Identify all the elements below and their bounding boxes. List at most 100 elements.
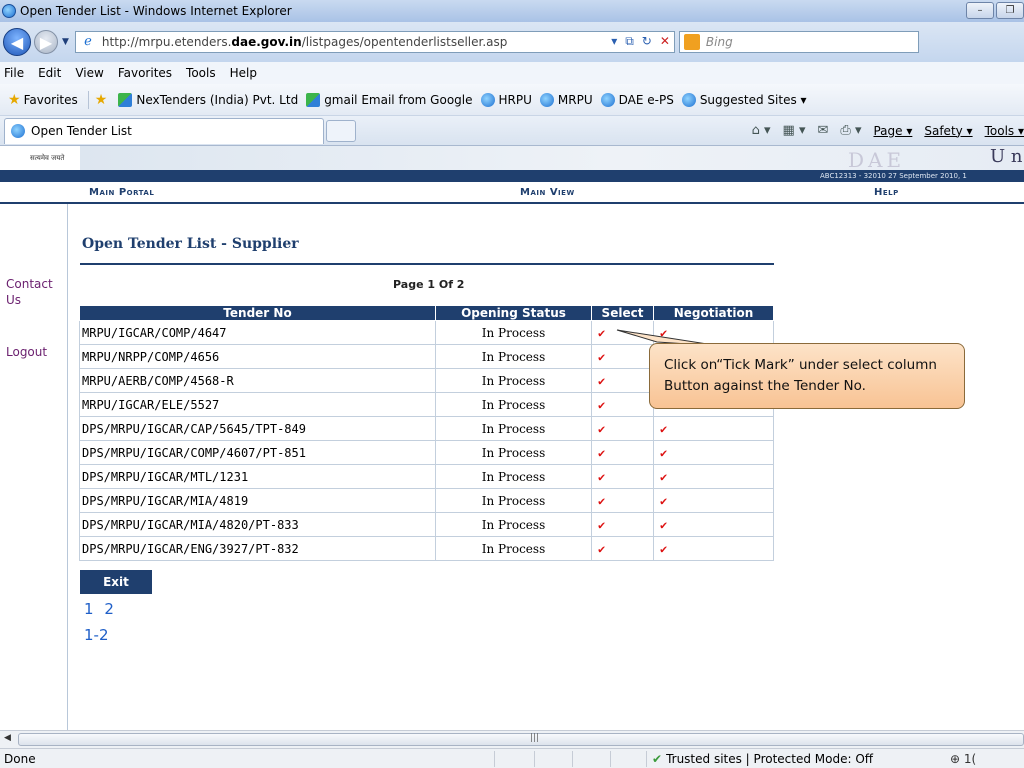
home-icon[interactable]: ⌂ ▾ (752, 123, 771, 138)
minimize-button[interactable]: – (966, 2, 994, 19)
new-tab-button[interactable] (326, 119, 356, 142)
favorite-dae-eps[interactable]: DAE e-PS (600, 92, 674, 107)
select-tick-icon[interactable]: ✔ (591, 464, 654, 489)
safety-menu[interactable]: Safety ▾ (924, 124, 972, 138)
menu-edit[interactable]: Edit (38, 66, 61, 80)
security-zone[interactable]: ✔ Trusted sites | Protected Mode: Off (652, 752, 873, 766)
emblem-text: सत्यमेव जयते (30, 154, 65, 162)
menu-tools[interactable]: Tools (186, 66, 216, 80)
ie-page-icon (600, 92, 615, 107)
favorite-nextenders[interactable]: NexTenders (India) Pvt. Ltd (118, 92, 298, 107)
table-row: DPS/MRPU/IGCAR/COMP/4607/PT-851 In Proces… (79, 440, 774, 465)
ie-icon (2, 4, 16, 18)
add-favorite-icon[interactable]: ★ (95, 92, 108, 108)
menu-favorites[interactable]: Favorites (118, 66, 172, 80)
select-tick-icon[interactable]: ✔ (591, 536, 654, 561)
page-icon: ℯ (84, 34, 92, 49)
favorites-button[interactable]: ★ Favorites (8, 92, 78, 108)
favorite-mrpu[interactable]: MRPU (539, 92, 593, 107)
forward-button[interactable]: ▶ (34, 30, 58, 54)
tender-no-cell: MRPU/AERB/COMP/4568-R (79, 368, 436, 393)
stop-icon[interactable]: ✕ (660, 34, 670, 49)
column-select: Select (591, 305, 654, 321)
negotiation-tick-icon[interactable]: ✔ (653, 512, 774, 537)
restore-button[interactable]: ❐ (996, 2, 1024, 19)
nav-main-portal[interactable]: Main Portal (89, 187, 154, 198)
site-icon (306, 92, 321, 107)
select-tick-icon[interactable]: ✔ (591, 416, 654, 441)
contact-us-link[interactable]: Contact Us (6, 276, 56, 308)
select-tick-icon[interactable]: ✔ (591, 488, 654, 513)
negotiation-tick-icon[interactable]: ✔ (653, 536, 774, 561)
site-banner: सत्यमेव जयते DAE U n (0, 146, 1024, 172)
scroll-left-icon[interactable]: ◀ (4, 733, 11, 743)
scroll-thumb[interactable] (18, 733, 1024, 746)
select-tick-icon[interactable]: ✔ (591, 512, 654, 537)
status-bar: Done ✔ Trusted sites | Protected Mode: Of… (0, 748, 1024, 768)
select-tick-icon[interactable]: ✔ (591, 392, 654, 417)
tab-open-tender-list[interactable]: Open Tender List (4, 117, 324, 144)
compatibility-icon[interactable]: ⧉ (625, 34, 634, 49)
banner-partial-text: U n (990, 146, 1023, 167)
opening-status-cell: In Process (435, 440, 592, 465)
column-tender-no: Tender No (79, 305, 436, 321)
horizontal-scrollbar[interactable]: ◀ ||| (0, 730, 1024, 748)
trusted-check-icon: ✔ (652, 752, 663, 766)
column-negotiation: Negotiation (653, 305, 774, 321)
opening-status-cell: In Process (435, 536, 592, 561)
table-row: DPS/MRPU/IGCAR/MTL/1231 In Process ✔ ✔ (79, 464, 774, 489)
opening-status-cell: In Process (435, 416, 592, 441)
menu-file[interactable]: File (4, 66, 24, 80)
favorite-suggested-sites[interactable]: Suggested Sites ▾ (681, 92, 807, 107)
menu-view[interactable]: View (75, 66, 103, 80)
history-dropdown-icon[interactable]: ▼ (62, 37, 69, 47)
search-input[interactable]: Bing (678, 31, 919, 53)
page-link-2[interactable]: 2 (104, 600, 114, 618)
dae-logo: DAE (848, 148, 906, 172)
negotiation-tick-icon[interactable]: ✔ (653, 416, 774, 441)
feeds-icon[interactable]: ▦ ▾ (783, 123, 806, 138)
menu-help[interactable]: Help (230, 66, 257, 80)
opening-status-cell: In Process (435, 512, 592, 537)
dropdown-icon[interactable]: ▾ (611, 34, 617, 49)
tender-no-cell: DPS/MRPU/IGCAR/MTL/1231 (79, 464, 436, 489)
window-title: Open Tender List - Windows Internet Expl… (20, 4, 292, 18)
nav-main-view[interactable]: Main View (520, 187, 575, 198)
ie-page-icon (539, 92, 554, 107)
favorite-hrpu[interactable]: HRPU (480, 92, 532, 107)
site-icon (118, 92, 133, 107)
refresh-icon[interactable]: ↻ (642, 34, 652, 49)
table-row: DPS/MRPU/IGCAR/CAP/5645/TPT-849 In Proces… (79, 416, 774, 441)
tender-no-cell: MRPU/IGCAR/ELE/5527 (79, 392, 436, 417)
opening-status-cell: In Process (435, 392, 592, 417)
mail-icon[interactable]: ✉ (818, 123, 829, 138)
callout-line-2: Button against the Tender No. (664, 378, 866, 394)
tender-no-cell: DPS/MRPU/IGCAR/MIA/4820/PT-833 (79, 512, 436, 537)
callout-line-1: Click on“Tick Mark” under select column (664, 357, 937, 373)
menu-bar: File Edit View Favorites Tools Help (0, 62, 1024, 84)
select-tick-icon[interactable]: ✔ (591, 440, 654, 465)
page-link-1[interactable]: 1 (84, 600, 94, 618)
page-indicator: Page 1 Of 2 (393, 278, 465, 291)
zoom-level[interactable]: ⊕ 1( (950, 752, 976, 766)
address-bar[interactable]: ℯ http://mrpu.etenders.dae.gov.in/listpa… (74, 31, 675, 53)
favorite-gmail[interactable]: gmail Email from Google (306, 92, 473, 107)
negotiation-tick-icon[interactable]: ✔ (653, 464, 774, 489)
negotiation-tick-icon[interactable]: ✔ (653, 488, 774, 513)
exit-button[interactable]: Exit (80, 570, 152, 594)
logout-link[interactable]: Logout (6, 344, 47, 360)
url-text[interactable]: http://mrpu.etenders.dae.gov.in/listpage… (102, 35, 507, 49)
opening-status-cell: In Process (435, 464, 592, 489)
opening-status-cell: In Process (435, 344, 592, 369)
print-icon[interactable]: ⎙ ▾ (840, 123, 861, 138)
page-range-link[interactable]: 1-2 (84, 626, 109, 644)
tools-menu[interactable]: Tools ▾ (985, 124, 1024, 138)
tender-no-cell: DPS/MRPU/IGCAR/ENG/3927/PT-832 (79, 536, 436, 561)
nav-help[interactable]: Help (874, 187, 899, 198)
page-menu[interactable]: Page ▾ (873, 124, 912, 138)
page-content: सत्यमेव जयते DAE U n ABC12313 - 32010 27… (0, 146, 1024, 730)
site-nav: Main Portal Main View Help (0, 182, 1024, 204)
select-tick-icon[interactable]: ✔ (591, 368, 654, 393)
back-button[interactable]: ◀ (3, 28, 31, 56)
negotiation-tick-icon[interactable]: ✔ (653, 440, 774, 465)
